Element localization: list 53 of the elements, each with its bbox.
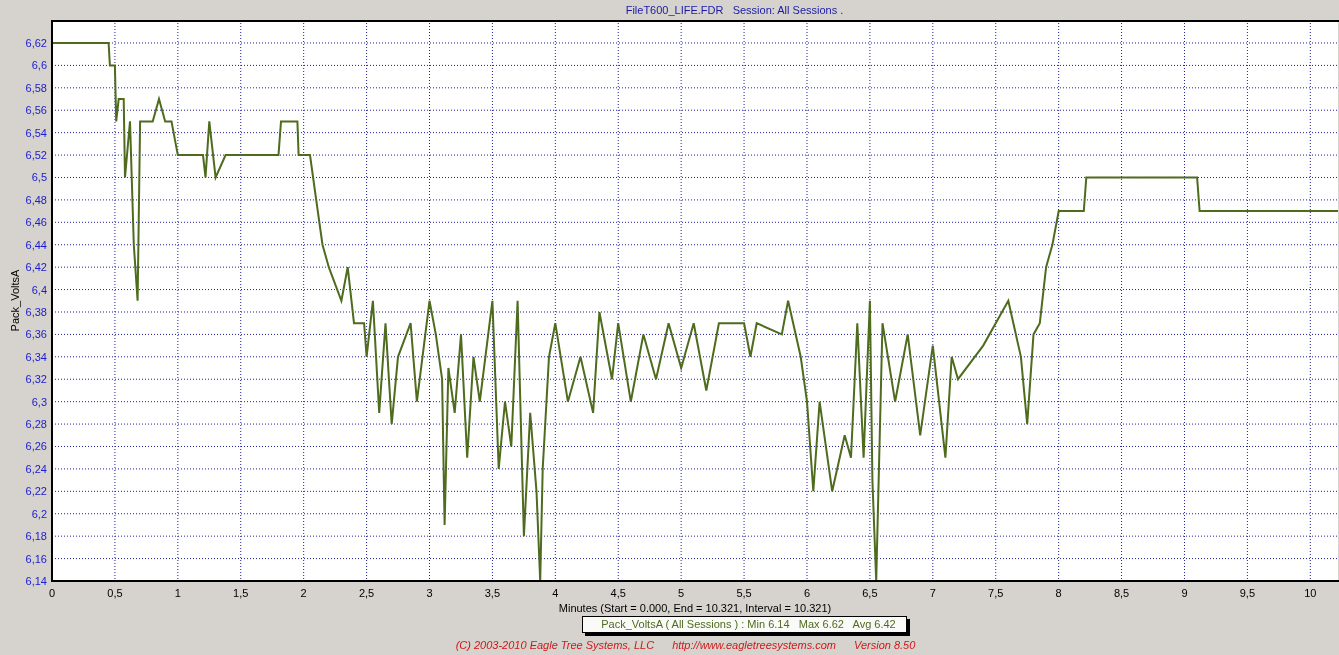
axis-tick-label: 8: [1055, 587, 1062, 599]
axis-tick-label: 9: [1181, 587, 1188, 599]
axis-tick-label: 6,32: [25, 373, 47, 386]
axis-tick-label: 5: [678, 587, 685, 599]
website-link[interactable]: http://www.eagletreesystems.com: [672, 639, 836, 651]
axis-tick-label: 7,5: [988, 587, 1004, 599]
axis-tick-label: 6,34: [25, 350, 47, 363]
axis-tick-label: 6,36: [25, 328, 47, 341]
axis-tick-label: 2,5: [358, 587, 375, 599]
axis-tick-label: 3: [426, 587, 433, 599]
axis-tick-label: 8,5: [1113, 587, 1130, 599]
axis-tick-label: 6,56: [25, 104, 47, 117]
chart-legend: Pack_VoltsA ( All Sessions ) : Min 6.14 Max 6.62 Avg 6.42: [582, 616, 907, 633]
axis-tick-label: 0: [48, 587, 56, 599]
axis-tick-label: 6,14: [25, 575, 47, 587]
axis-tick-label: 6,62: [25, 37, 47, 49]
axis-label: Minutes (Start = 0.000, End = 10.321, Interval = 10.321): [558, 602, 832, 614]
axis-tick-label: 6,24: [25, 462, 47, 475]
axis-tick-label: 6,16: [25, 552, 47, 565]
axis-tick-label: 10: [1304, 587, 1317, 599]
axis-tick-label: 6,2: [31, 507, 47, 520]
axis-tick-label: 7: [929, 587, 936, 599]
axis-tick-label: 6,52: [25, 149, 47, 162]
axis-tick-label: 6,26: [25, 440, 47, 453]
axis-tick-label: 6,6: [31, 59, 47, 72]
axis-tick-label: 9,5: [1239, 587, 1256, 599]
axis-tick-label: 6,18: [25, 530, 47, 543]
axis-tick-label: 6,5: [31, 171, 47, 184]
axis-tick-label: 1,5: [233, 587, 249, 599]
axis-tick-label: 6,48: [25, 193, 47, 206]
axis-tick-label: 5,5: [736, 587, 752, 599]
axis-tick-label: 2: [300, 587, 307, 599]
chart-title: FileT600_LIFE.FDR Session: All Sessions .: [624, 4, 844, 16]
axis-tick-label: 4,5: [610, 587, 626, 599]
axis-tick-label: 6,28: [25, 418, 47, 431]
axis-tick-label: 6,5: [862, 587, 878, 599]
version-text: Version 8.50: [854, 639, 916, 651]
axis-label: Pack_VoltsA: [9, 269, 21, 332]
axis-tick-label: 6,46: [25, 216, 47, 229]
axis-tick-label: 6,58: [25, 81, 47, 94]
axis-tick-label: 0,5: [107, 587, 123, 599]
axis-tick-label: 6,44: [25, 238, 47, 251]
axis-tick-label: 1: [174, 587, 181, 599]
axis-tick-label: 6,38: [25, 306, 47, 318]
axis-tick-label: 6,4: [31, 283, 47, 296]
axis-tick-label: 6,3: [31, 395, 47, 408]
axis-tick-label: 6,22: [25, 485, 47, 498]
copyright-text: (C) 2003-2010 Eagle Tree Systems, LLC: [455, 639, 655, 651]
axis-tick-label: 6,54: [25, 126, 47, 139]
axis-tick-label: 6: [803, 587, 811, 599]
axis-tick-label: 4: [552, 587, 559, 599]
axis-tick-label: 3,5: [484, 587, 501, 599]
axis-tick-label: 6,42: [25, 261, 47, 274]
